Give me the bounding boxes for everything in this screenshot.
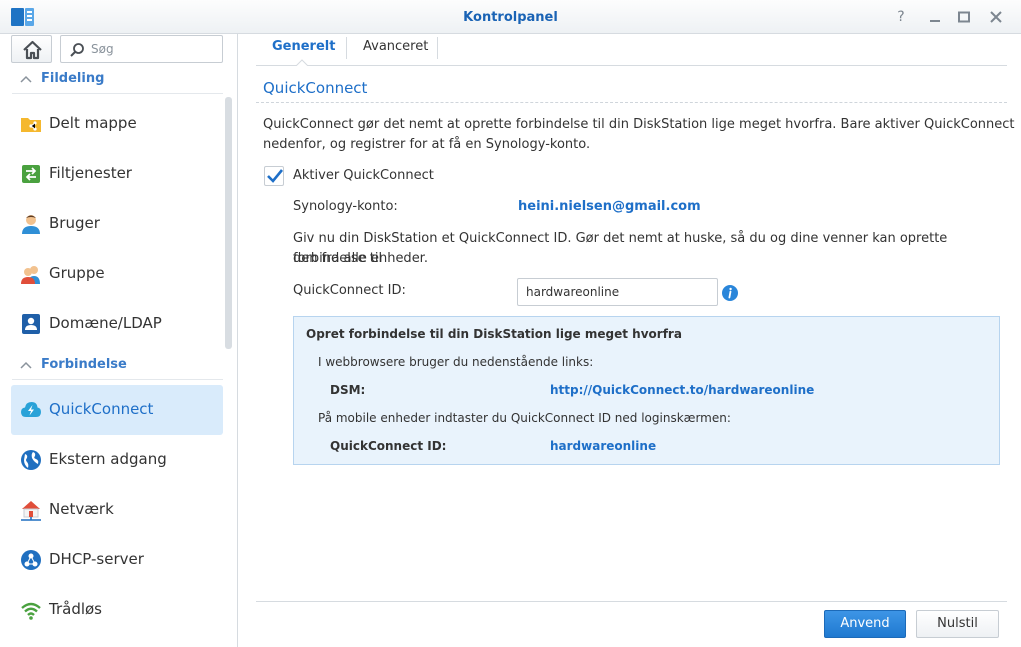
section-fildeling[interactable]: Fildeling — [12, 66, 223, 94]
tab-bar: Generelt Avanceret — [256, 34, 1007, 66]
mobile-instructions: På mobile enheder indtaster du QuickConn… — [318, 411, 731, 425]
quickconnect-id-info-label: QuickConnect ID: — [330, 439, 447, 453]
synology-account-label: Synology-konto: — [293, 199, 398, 214]
quickconnect-id-label: QuickConnect ID: — [293, 283, 406, 298]
info-panel-title: Opret forbindelse til din DiskStation li… — [306, 327, 682, 341]
quickconnect-icon — [21, 402, 41, 417]
title-bar: Kontrolpanel ? — [0, 0, 1021, 34]
sidebar-item-label: Ekstern adgang — [49, 450, 167, 468]
search-box[interactable]: Søg — [60, 35, 223, 63]
sidebar-item-label: QuickConnect — [49, 400, 154, 418]
network-icon — [21, 501, 41, 521]
sidebar-item-netvaerk[interactable]: Netværk — [11, 485, 223, 535]
sidebar-item-ekstern-adgang[interactable]: Ekstern adgang — [11, 435, 223, 485]
minimize-icon[interactable] — [927, 9, 943, 25]
home-icon — [23, 40, 42, 60]
description-line-1: QuickConnect gør det nemt at oprette for… — [263, 117, 1015, 132]
info-icon[interactable] — [722, 285, 738, 301]
sidebar-item-delt-mappe[interactable]: Delt mappe — [11, 99, 223, 149]
sidebar-item-dhcp-server[interactable]: DHCP-server — [11, 535, 223, 585]
section-label: Forbindelse — [41, 357, 127, 372]
sidebar-item-label: DHCP-server — [49, 550, 144, 568]
window-title: Kontrolpanel — [463, 10, 558, 25]
help-icon[interactable]: ? — [893, 9, 909, 25]
sidebar-item-traadloes[interactable]: Trådløs — [11, 585, 223, 635]
dsm-label: DSM: — [330, 383, 366, 397]
search-placeholder: Søg — [91, 42, 114, 56]
shared-folder-icon — [21, 118, 41, 132]
id-hint-line-2: den fra alle enheder. — [293, 251, 428, 266]
enable-quickconnect-checkbox[interactable] — [264, 166, 284, 186]
file-services-icon — [22, 165, 40, 183]
sidebar-item-label: Domæne/LDAP — [49, 314, 162, 332]
page-title: QuickConnect — [263, 79, 368, 97]
tab-avanceret[interactable]: Avanceret — [363, 39, 428, 54]
synology-account-link[interactable]: heini.nielsen@gmail.com — [518, 199, 701, 214]
sidebar: Søg Fildeling Delt mappe Filtjenester Br… — [0, 34, 238, 647]
checkmark-icon — [267, 169, 284, 183]
quickconnect-id-info-value[interactable]: hardwareonline — [550, 439, 656, 453]
apply-button[interactable]: Anvend — [824, 610, 906, 638]
sidebar-item-domaene-ldap[interactable]: Domæne/LDAP — [11, 299, 223, 349]
section-label: Fildeling — [41, 71, 105, 86]
description-line-2: nedenfor, og registrer for at få en Syno… — [263, 137, 591, 152]
quickconnect-id-field[interactable]: hardwareonline — [517, 278, 718, 306]
chevron-up-icon — [20, 361, 32, 369]
maximize-icon[interactable] — [956, 9, 972, 25]
sidebar-item-gruppe[interactable]: Gruppe — [11, 249, 223, 299]
dhcp-icon — [21, 550, 41, 570]
sidebar-item-label: Bruger — [49, 214, 100, 232]
browser-instructions: I webbrowsere bruger du nedenstående lin… — [318, 355, 594, 369]
sidebar-item-label: Netværk — [49, 500, 114, 518]
group-icon — [21, 266, 40, 284]
connection-info-panel: Opret forbindelse til din DiskStation li… — [293, 316, 1000, 465]
enable-quickconnect-label[interactable]: Aktiver QuickConnect — [293, 168, 434, 183]
domain-ldap-icon — [22, 314, 40, 334]
close-icon[interactable] — [988, 9, 1004, 25]
search-icon — [70, 43, 84, 57]
tab-generelt[interactable]: Generelt — [272, 39, 335, 54]
sidebar-item-label: Delt mappe — [49, 114, 137, 132]
tab-divider — [346, 37, 347, 59]
footer-divider — [256, 601, 1007, 602]
sidebar-item-quickconnect[interactable]: QuickConnect — [11, 385, 223, 435]
home-button[interactable] — [11, 35, 52, 63]
sidebar-item-label: Filtjenester — [49, 164, 132, 182]
title-divider — [256, 102, 1007, 103]
chevron-up-icon — [20, 75, 32, 83]
reset-button[interactable]: Nulstil — [916, 610, 999, 638]
dsm-link[interactable]: http://QuickConnect.to/hardwareonline — [550, 383, 814, 397]
active-tab-indicator — [296, 59, 308, 66]
sidebar-item-bruger[interactable]: Bruger — [11, 199, 223, 249]
globe-icon — [21, 450, 41, 470]
sidebar-item-label: Gruppe — [49, 264, 105, 282]
user-icon — [22, 215, 40, 234]
section-forbindelse[interactable]: Forbindelse — [12, 352, 223, 380]
wifi-icon — [21, 602, 41, 620]
sidebar-item-label: Trådløs — [49, 600, 102, 618]
tab-divider — [437, 37, 438, 59]
sidebar-scrollbar[interactable] — [225, 97, 232, 349]
sidebar-item-filtjenester[interactable]: Filtjenester — [11, 149, 223, 199]
